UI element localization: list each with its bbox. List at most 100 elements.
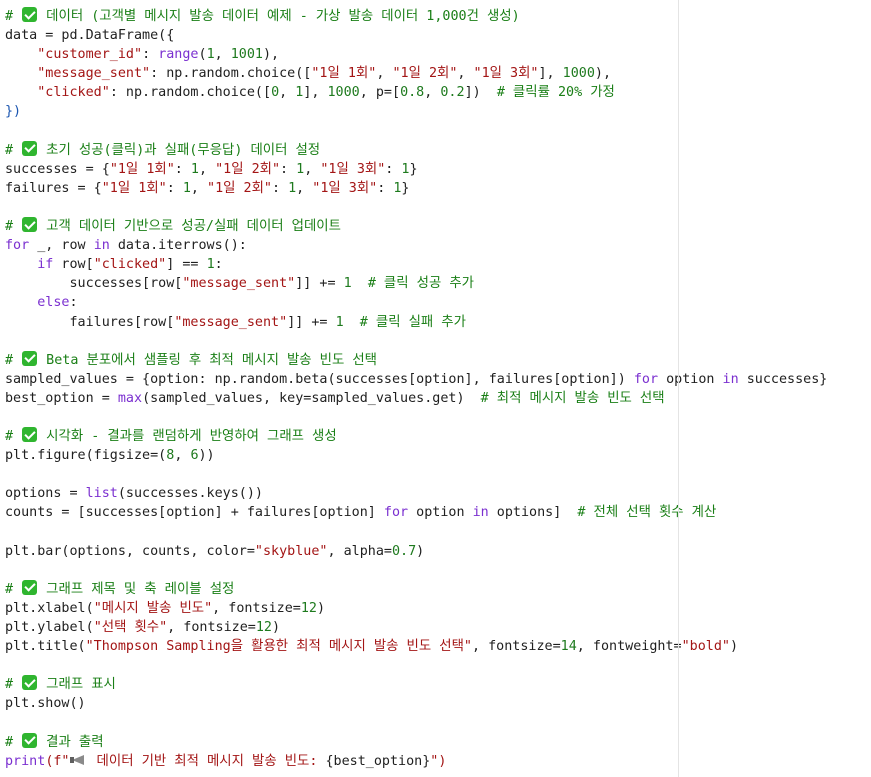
code-token: } (401, 180, 410, 196)
code-line[interactable]: plt.xlabel("메시지 발송 빈도", fontsize=12) (5, 599, 827, 618)
code-token: 초기 성공(클릭)과 실패(무응답) 데이터 설정 (38, 142, 321, 158)
code-token: "customer_id" (37, 47, 143, 63)
code-token: "1일 2회" (392, 66, 458, 82)
code-line[interactable]: }) (5, 102, 827, 121)
code-token: ] == (166, 257, 207, 273)
code-token: , fontweight= (576, 639, 682, 655)
code-line[interactable]: "clicked": np.random.choice([0, 1], 1000… (5, 83, 827, 102)
code-token: "message_sent" (182, 276, 296, 292)
code-line[interactable] (5, 122, 827, 141)
code-line[interactable]: plt.ylabel("선택 횟수", fontsize=12) (5, 618, 827, 637)
code-token: } (409, 161, 418, 177)
code-line[interactable]: for _, row in data.iterrows(): (5, 236, 827, 255)
code-token: options] (488, 505, 578, 521)
code-token: : np.random.choice([ (109, 85, 272, 101)
code-line[interactable]: successes[row["message_sent"]] += 1 # 클릭… (5, 274, 827, 293)
code-token: : (142, 47, 159, 63)
code-line[interactable]: counts = [successes[option] + failures[o… (5, 503, 827, 522)
code-line[interactable]: # 그래프 제목 및 축 레이블 설정 (5, 579, 827, 599)
code-token: plt.title( (5, 639, 86, 655)
code-line[interactable]: else: (5, 293, 827, 312)
code-token: Beta 분포에서 샘플링 후 최적 메시지 발송 빈도 선택 (38, 352, 377, 368)
code-token: in (93, 238, 110, 254)
ruler-line (678, 0, 679, 777)
code-line[interactable]: print(f" 데이터 기반 최적 메시지 발송 빈도: {best_opti… (5, 752, 827, 771)
code-line[interactable]: if row["clicked"] == 1: (5, 255, 827, 274)
code-line[interactable] (5, 713, 827, 732)
code-token: "message_sent" (174, 314, 288, 330)
code-token: : (280, 161, 297, 177)
code-line[interactable] (5, 198, 827, 217)
code-token: sampled_values = {option: np.random.beta… (5, 371, 634, 387)
code-line[interactable]: plt.figure(figsize=(8, 6)) (5, 446, 827, 465)
code-token: 데이터 (고객별 메시지 발송 데이터 예제 - 가상 발송 데이터 1,000… (38, 9, 520, 24)
code-token: 1 (288, 180, 297, 196)
code-line[interactable]: "message_sent": np.random.choice(["1일 1회… (5, 64, 827, 83)
code-line[interactable] (5, 332, 827, 351)
check-mark-icon (22, 732, 38, 748)
code-line[interactable]: # 결과 출력 (5, 732, 827, 752)
code-line[interactable] (5, 523, 827, 542)
code-line[interactable]: failures = {"1일 1회": 1, "1일 2회": 1, "1일 … (5, 179, 827, 198)
code-editor[interactable]: # 데이터 (고객별 메시지 발송 데이터 예제 - 가상 발송 데이터 1,0… (0, 0, 871, 777)
code-line[interactable]: best_option = max(sampled_values, key=sa… (5, 389, 827, 408)
code-line[interactable]: # 그래프 표시 (5, 675, 827, 694)
code-token: ") (430, 753, 447, 769)
code-token: , (304, 161, 321, 177)
code-line[interactable]: plt.show() (5, 694, 827, 713)
code-line[interactable]: plt.title("Thompson Sampling을 활용한 최적 메시지… (5, 637, 827, 656)
code-token: "1일 2회" (207, 180, 272, 196)
code-token: : (166, 180, 183, 196)
code-line[interactable]: data = pd.DataFrame({ (5, 26, 827, 45)
code-token: 그래프 제목 및 축 레이블 설정 (38, 581, 235, 597)
code-line[interactable]: plt.bar(options, counts, color="skyblue"… (5, 542, 827, 561)
code-line[interactable]: successes = {"1일 1회": 1, "1일 2회": 1, "1일… (5, 160, 827, 179)
code-token: 1 (335, 314, 344, 330)
code-token: ) (316, 600, 326, 616)
code-line[interactable] (5, 465, 827, 484)
code-token: _, row (29, 238, 94, 254)
code-token: failures = { (5, 180, 102, 196)
code-line[interactable]: failures[row["message_sent"]] += 1 # 클릭 … (5, 313, 827, 332)
code-token: # (5, 677, 22, 693)
code-token: max (117, 390, 143, 406)
code-token: 고객 데이터 기반으로 성공/실패 데이터 업데이트 (38, 219, 341, 235)
code-token: : (385, 161, 402, 177)
code-token: , fontsize= (167, 620, 256, 635)
code-token: ), (263, 47, 280, 63)
code-token: successes} (738, 371, 828, 387)
code-line[interactable] (5, 408, 827, 427)
code-token: options = (5, 486, 86, 502)
code-token: # 클릭 성공 추가 (367, 276, 474, 292)
code-token: option (408, 505, 473, 521)
code-token: "clicked" (37, 85, 110, 101)
code-line[interactable]: "customer_id": range(1, 1001), (5, 45, 827, 64)
code-line[interactable]: # 데이터 (고객별 메시지 발송 데이터 예제 - 가상 발송 데이터 1,0… (5, 7, 827, 26)
code-line[interactable]: sampled_values = {option: np.random.beta… (5, 370, 827, 389)
code-token: # (5, 219, 22, 235)
code-line[interactable]: options = list(successes.keys()) (5, 484, 827, 503)
code-line[interactable]: # 고객 데이터 기반으로 성공/실패 데이터 업데이트 (5, 217, 827, 236)
code-token: # (5, 9, 22, 24)
code-token: 0 (271, 85, 280, 101)
code-token: # (5, 581, 22, 597)
code-token: if (37, 257, 54, 273)
code-line[interactable] (5, 656, 827, 675)
code-token: : (271, 180, 289, 196)
code-token: # (5, 352, 22, 368)
code-area[interactable]: # 데이터 (고객별 메시지 발송 데이터 예제 - 가상 발송 데이터 1,0… (5, 7, 827, 771)
code-line[interactable]: # 초기 성공(클릭)과 실패(무응답) 데이터 설정 (5, 140, 827, 160)
code-token: plt.bar(options, counts, color= (5, 543, 255, 559)
code-token: 1001 (230, 47, 263, 63)
code-token: # 클릭률 20% 가정 (496, 85, 615, 101)
code-line[interactable]: # 시각화 - 결과를 랜덤하게 반영하여 그래프 생성 (5, 427, 827, 446)
code-line[interactable]: # Beta 분포에서 샘플링 후 최적 메시지 발송 빈도 선택 (5, 350, 827, 370)
code-token: 1000 (327, 85, 360, 101)
code-line[interactable] (5, 561, 827, 580)
